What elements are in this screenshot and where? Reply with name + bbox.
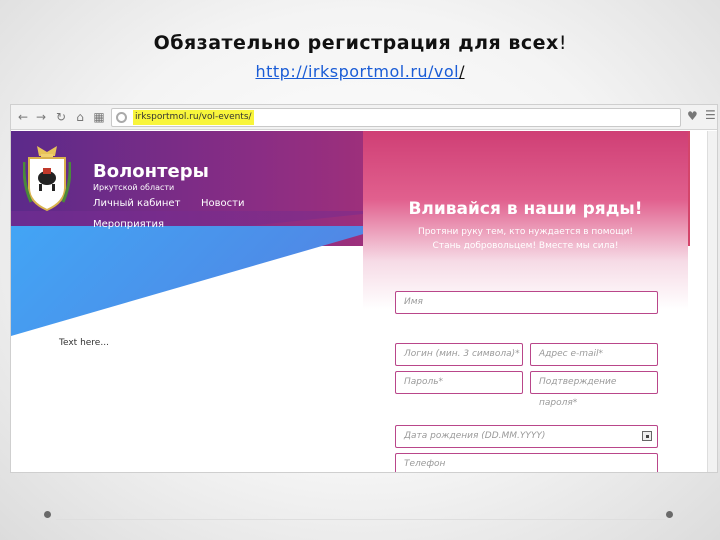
web-page: Волонтеры Иркутской области Личный кабин…	[11, 131, 717, 472]
password-confirm-field[interactable]: Подтверждение пароля*	[530, 371, 658, 408]
home-icon[interactable]: ⌂	[72, 109, 88, 125]
site-brand-subtitle: Иркутской области	[93, 183, 175, 192]
address-bar-url: irksportmol.ru/vol-events/	[133, 110, 254, 125]
form-subtitle-2: Стань добровольцем! Вместе мы сила!	[432, 241, 619, 251]
reload-icon[interactable]: ↻	[53, 109, 69, 125]
arrow-left-icon[interactable]: ←	[15, 109, 31, 125]
login-field[interactable]: Логин (мин. 3 символа)*	[395, 343, 523, 366]
browser-toolbar: ← → ↻ ⌂ ▦ irksportmol.ru/vol-events/ ♥ ☰	[11, 105, 717, 130]
birthdate-placeholder: Дата рождения (DD.MM.YYYY)	[404, 431, 546, 441]
footer-dot-left	[44, 511, 51, 518]
email-field[interactable]: Адрес e-mail*	[530, 343, 658, 366]
arrow-right-icon[interactable]: →	[33, 109, 49, 125]
slide-title: Обязательно регистрация для всех!	[0, 32, 720, 54]
site-brand[interactable]: Волонтеры	[93, 161, 209, 182]
page-body-text: Text here...	[59, 338, 109, 348]
footer-line	[56, 519, 666, 520]
calendar-icon[interactable]	[642, 431, 652, 441]
slide-title-punct: !	[558, 32, 567, 54]
nav-cabinet[interactable]: Личный кабинет	[93, 198, 180, 209]
hero-wedge-blue	[11, 226, 391, 336]
scrollbar[interactable]	[707, 131, 717, 472]
registration-panel: Вливайся в наши ряды! Протяни руку тем, …	[363, 131, 688, 472]
slide-title-text: Обязательно регистрация для всех	[153, 32, 559, 54]
form-subtitle-1: Протяни руку тем, кто нуждается в помощи…	[417, 227, 634, 237]
nav-events[interactable]: Мероприятия	[93, 219, 164, 230]
menu-icon[interactable]: ☰	[705, 108, 716, 122]
heart-icon[interactable]: ♥	[687, 109, 698, 123]
site-info-icon[interactable]	[116, 112, 127, 123]
name-field[interactable]: Имя	[395, 291, 658, 314]
birthdate-field[interactable]: Дата рождения (DD.MM.YYYY)	[395, 425, 658, 448]
nav-news[interactable]: Новости	[201, 198, 244, 209]
grid-icon[interactable]: ▦	[91, 109, 107, 125]
form-title: Вливайся в наши ряды!	[408, 199, 643, 219]
website-screenshot: ← → ↻ ⌂ ▦ irksportmol.ru/vol-events/ ♥ ☰…	[10, 104, 718, 473]
footer-dot-right	[666, 511, 673, 518]
registration-link[interactable]: http://irksportmol.ru/vol	[255, 62, 459, 81]
coat-of-arms-icon	[23, 146, 71, 212]
slide-link: http://irksportmol.ru/vol/	[0, 62, 720, 81]
address-bar[interactable]: irksportmol.ru/vol-events/	[111, 108, 681, 127]
password-field[interactable]: Пароль*	[395, 371, 523, 394]
registration-link-slash[interactable]: /	[459, 62, 464, 81]
phone-field[interactable]: Телефон	[395, 453, 658, 472]
